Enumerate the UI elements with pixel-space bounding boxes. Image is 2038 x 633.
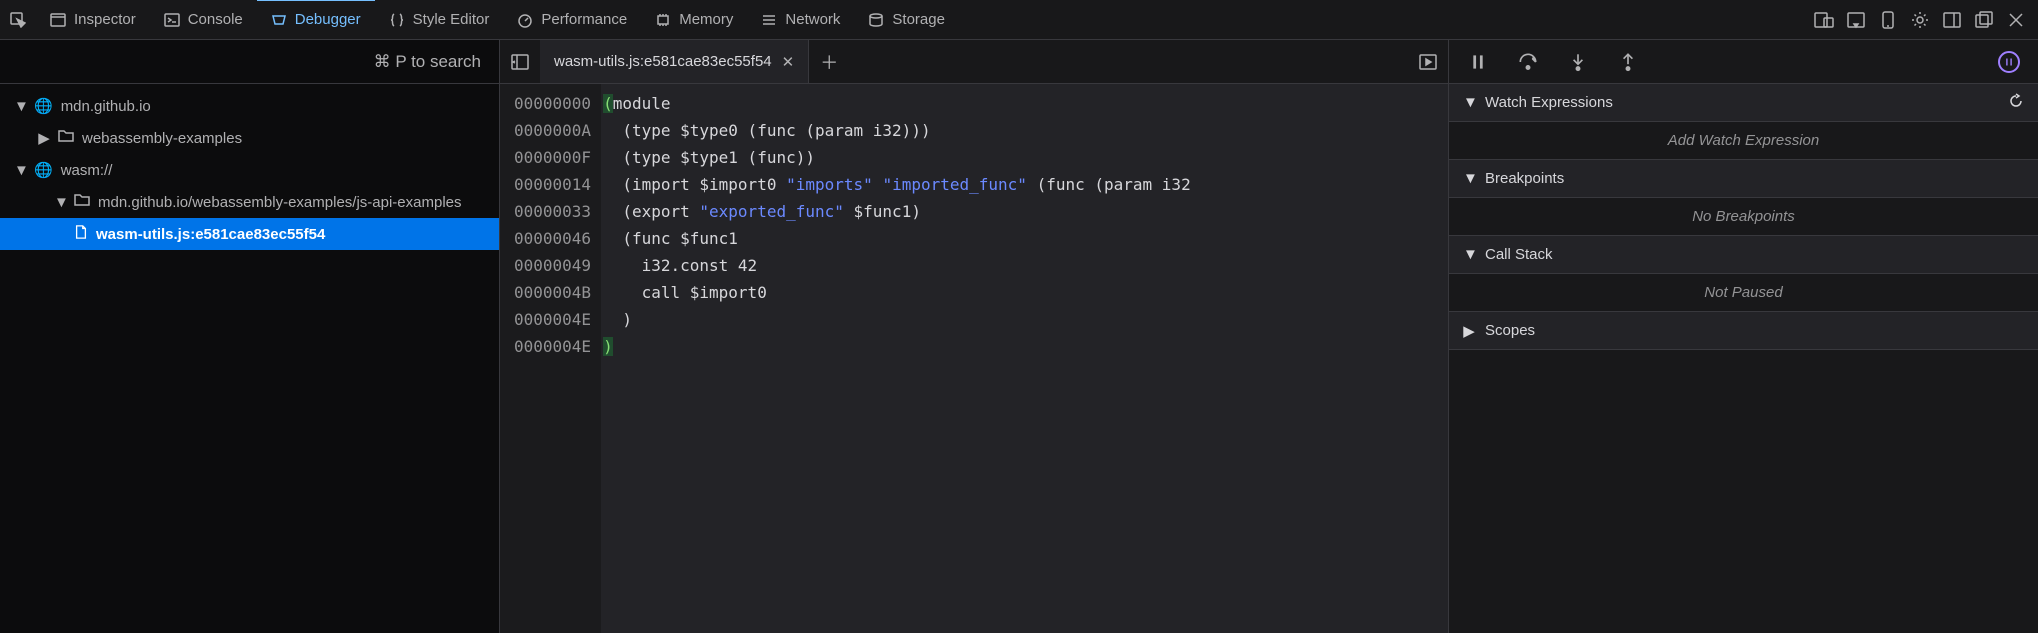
tab-performance[interactable]: Performance — [503, 0, 641, 39]
devtools-toolbar: Inspector Console Debugger Style Editor … — [0, 0, 2038, 40]
toggle-outline-icon[interactable] — [500, 40, 540, 83]
settings-icon[interactable] — [1910, 10, 1930, 30]
tab-console[interactable]: Console — [150, 0, 257, 39]
tree-domain[interactable]: ▼ 🌐 wasm:// — [0, 154, 499, 186]
dock-window-icon[interactable] — [1974, 10, 1994, 30]
tab-label: Style Editor — [413, 11, 490, 28]
tree-folder[interactable]: ▼ mdn.github.io/webassembly-examples/js-… — [0, 186, 499, 218]
gutter: 00000000 0000000A 0000000F 00000014 0000… — [500, 84, 601, 633]
iframe-picker-icon[interactable] — [1846, 10, 1866, 30]
watch-section-body[interactable]: Add Watch Expression — [1449, 122, 2038, 160]
tab-label: Console — [188, 11, 243, 28]
tab-label: Debugger — [295, 11, 361, 28]
section-title: Call Stack — [1485, 246, 1553, 263]
deactivate-breakpoints-button[interactable] — [1998, 51, 2020, 73]
tab-storage[interactable]: Storage — [854, 0, 959, 39]
toolbar-right — [1814, 10, 2038, 30]
tree-domain[interactable]: ▼ 🌐 mdn.github.io — [0, 90, 499, 122]
tree-label: wasm-utils.js:e581cae83ec55f54 — [96, 226, 325, 243]
expand-icon: ▼ — [1463, 246, 1475, 263]
tab-label: Memory — [679, 11, 733, 28]
folder-icon — [58, 128, 74, 148]
tab-network[interactable]: Network — [747, 0, 854, 39]
expand-icon: ▼ — [14, 98, 26, 115]
element-picker-button[interactable] — [0, 0, 36, 39]
step-out-button[interactable] — [1617, 51, 1639, 73]
editor-tabs: wasm-utils.js:e581cae83ec55f54 ✕ ＋ — [500, 40, 1448, 84]
folder-icon — [74, 192, 90, 212]
tab-label: Inspector — [74, 11, 136, 28]
tree-label: wasm:// — [61, 162, 113, 179]
debugger-icon — [271, 12, 287, 28]
expand-icon: ▼ — [54, 194, 66, 211]
code-editor[interactable]: 00000000 0000000A 0000000F 00000014 0000… — [500, 84, 1448, 633]
main-area: ⌘ P to search ▼ 🌐 mdn.github.io ▶ webass… — [0, 40, 2038, 633]
tab-label: Network — [785, 11, 840, 28]
file-icon — [74, 225, 88, 243]
sources-tree: ▼ 🌐 mdn.github.io ▶ webassembly-examples… — [0, 84, 499, 633]
refresh-icon[interactable] — [2008, 93, 2024, 113]
tree-folder[interactable]: ▶ webassembly-examples — [0, 122, 499, 154]
callstack-empty-label: Not Paused — [1704, 284, 1782, 301]
close-devtools-icon[interactable] — [2006, 10, 2026, 30]
new-tab-button[interactable]: ＋ — [809, 49, 849, 75]
style-editor-icon — [389, 12, 405, 28]
expand-icon: ▶ — [38, 129, 50, 147]
scopes-section-header[interactable]: ▶ Scopes — [1449, 312, 2038, 350]
breakpoints-section-header[interactable]: ▼ Breakpoints — [1449, 160, 2038, 198]
pause-button[interactable] — [1467, 51, 1489, 73]
tree-file[interactable]: wasm-utils.js:e581cae83ec55f54 — [0, 218, 499, 250]
picker-icon — [10, 12, 26, 28]
network-icon — [761, 12, 777, 28]
tree-label: mdn.github.io — [61, 98, 151, 115]
expand-icon: ▼ — [1463, 170, 1475, 187]
expand-icon: ▼ — [1463, 94, 1475, 111]
debug-controls — [1449, 40, 2038, 84]
tab-memory[interactable]: Memory — [641, 0, 747, 39]
breakpoints-empty-label: No Breakpoints — [1692, 208, 1795, 225]
mobile-icon[interactable] — [1878, 10, 1898, 30]
tab-debugger[interactable]: Debugger — [257, 0, 375, 38]
tree-label: webassembly-examples — [82, 130, 242, 147]
callstack-section-body: Not Paused — [1449, 274, 2038, 312]
performance-icon — [517, 12, 533, 28]
sources-panel: ⌘ P to search ▼ 🌐 mdn.github.io ▶ webass… — [0, 40, 500, 633]
dock-side-icon[interactable] — [1942, 10, 1962, 30]
callstack-section-header[interactable]: ▼ Call Stack — [1449, 236, 2038, 274]
search-hint-label: ⌘ P to search — [374, 52, 481, 72]
watch-empty-label: Add Watch Expression — [1668, 132, 1819, 149]
section-title: Watch Expressions — [1485, 94, 1613, 111]
tab-label: Storage — [892, 11, 945, 28]
inspector-icon — [50, 12, 66, 28]
storage-icon — [868, 12, 884, 28]
code-content: (module (type $type0 (func (param i32)))… — [601, 84, 1191, 633]
search-hint[interactable]: ⌘ P to search — [0, 40, 499, 84]
file-tab-label: wasm-utils.js:e581cae83ec55f54 — [554, 53, 772, 70]
step-over-button[interactable] — [1517, 51, 1539, 73]
expand-icon: ▼ — [14, 162, 26, 179]
memory-icon — [655, 12, 671, 28]
tree-label: mdn.github.io/webassembly-examples/js-ap… — [98, 194, 462, 211]
editor-panel: wasm-utils.js:e581cae83ec55f54 ✕ ＋ 00000… — [500, 40, 1448, 633]
responsive-design-icon[interactable] — [1814, 10, 1834, 30]
tab-style-editor[interactable]: Style Editor — [375, 0, 504, 39]
console-icon — [164, 12, 180, 28]
tab-label: Performance — [541, 11, 627, 28]
close-tab-icon[interactable]: ✕ — [782, 53, 795, 71]
globe-icon: 🌐 — [34, 161, 53, 179]
tab-inspector[interactable]: Inspector — [36, 0, 150, 39]
step-in-button[interactable] — [1567, 51, 1589, 73]
breakpoints-section-body: No Breakpoints — [1449, 198, 2038, 236]
file-tab[interactable]: wasm-utils.js:e581cae83ec55f54 ✕ — [540, 40, 809, 83]
section-title: Scopes — [1485, 322, 1535, 339]
debug-panel: ▼ Watch Expressions Add Watch Expression… — [1448, 40, 2038, 633]
expand-icon: ▶ — [1463, 322, 1475, 340]
section-title: Breakpoints — [1485, 170, 1564, 187]
run-icon[interactable] — [1408, 40, 1448, 83]
globe-icon: 🌐 — [34, 97, 53, 115]
watch-section-header[interactable]: ▼ Watch Expressions — [1449, 84, 2038, 122]
